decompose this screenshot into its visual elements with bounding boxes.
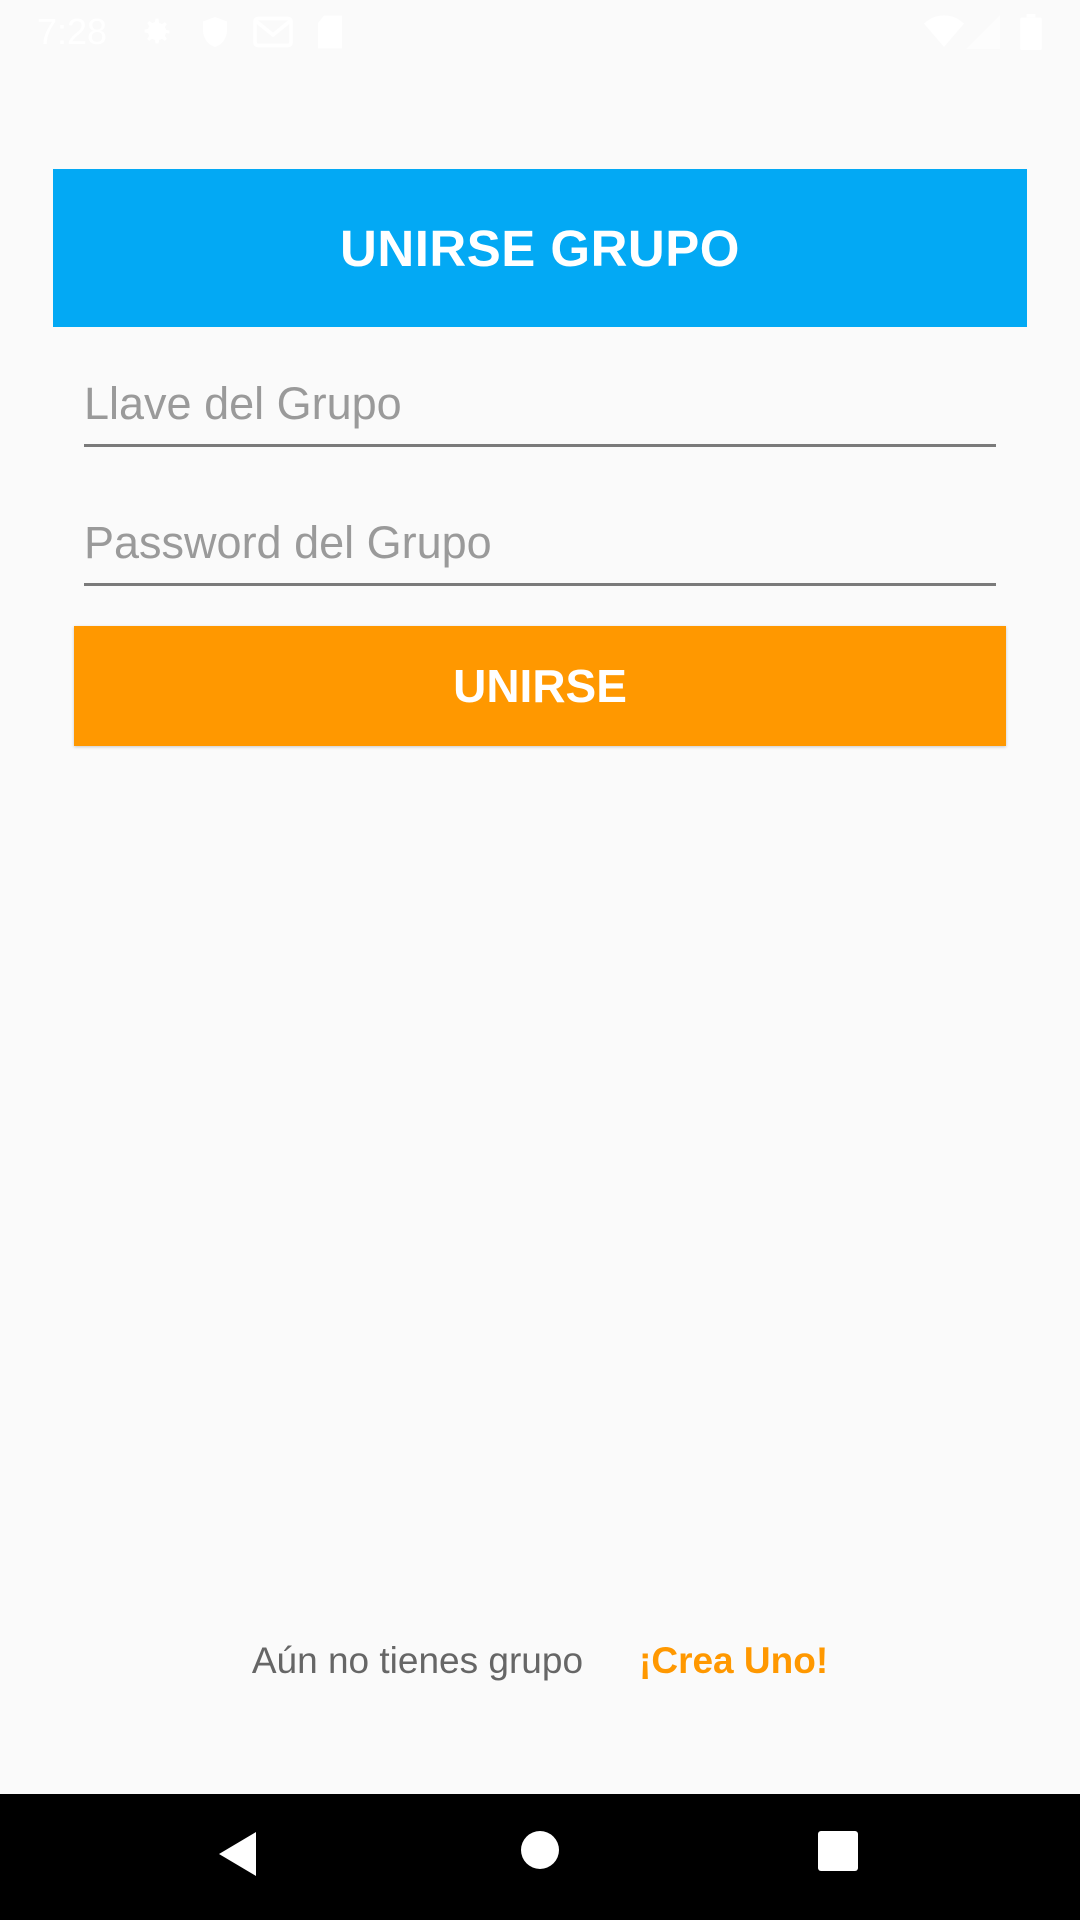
create-group-prompt: Aún no tienes grupo ¡Crea Uno! [0, 1640, 1080, 1682]
gmail-icon [252, 14, 294, 55]
screen: 7:28 UNIRSE GRUPO UNIRSE [0, 0, 1080, 1920]
no-group-text: Aún no tienes grupo [251, 1640, 584, 1681]
back-icon[interactable] [216, 1829, 260, 1884]
group-key-field[interactable] [84, 364, 996, 447]
battery-icon [1020, 14, 1042, 55]
wifi-icon [924, 14, 964, 55]
signal-icon [966, 14, 1000, 55]
header-banner: UNIRSE GRUPO [53, 169, 1027, 327]
join-button[interactable]: UNIRSE [74, 626, 1006, 746]
home-icon[interactable] [520, 1829, 560, 1884]
recents-icon[interactable] [817, 1829, 859, 1884]
group-key-input[interactable] [84, 364, 996, 444]
navigation-bar [0, 1794, 1080, 1920]
status-bar: 7:28 [0, 0, 1080, 63]
create-group-link[interactable]: ¡Crea Uno! [639, 1640, 828, 1682]
status-time: 7:28 [37, 11, 108, 52]
shield-icon [197, 14, 233, 55]
settings-icon [138, 14, 174, 55]
group-password-field[interactable] [84, 503, 996, 586]
page-title: UNIRSE GRUPO [340, 219, 740, 277]
sd-card-icon [315, 14, 345, 55]
group-password-input[interactable] [84, 503, 996, 583]
